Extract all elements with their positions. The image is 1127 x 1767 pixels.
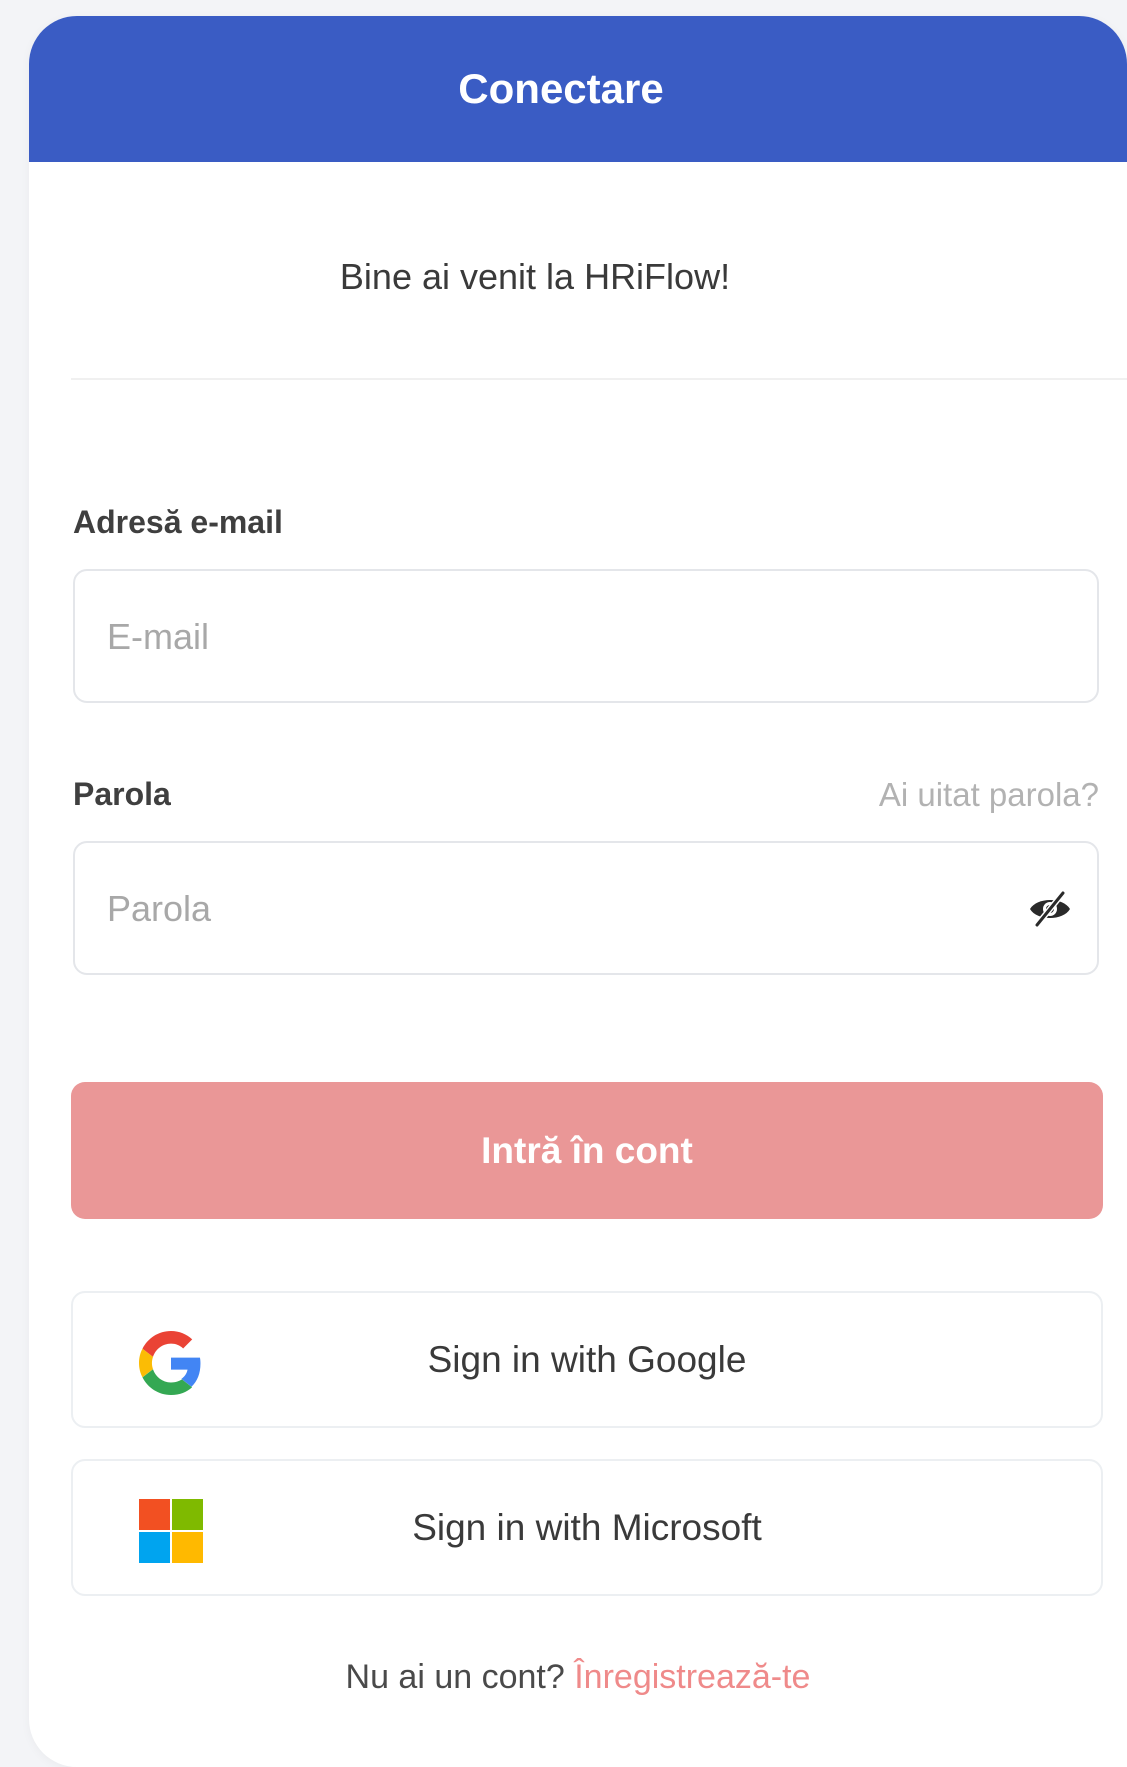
divider <box>71 378 1127 380</box>
forgot-password-link[interactable]: Ai uitat parola? <box>879 776 1099 814</box>
login-header: Conectare <box>29 16 1127 162</box>
email-field-wrapper[interactable] <box>73 569 1099 703</box>
welcome-text: Bine ai venit la HRiFlow! <box>339 256 731 297</box>
page-title: Conectare <box>458 65 664 112</box>
google-signin-button[interactable]: Sign in with Google <box>71 1291 1103 1428</box>
email-field[interactable] <box>105 571 1009 703</box>
email-label: Adresă e-mail <box>73 504 283 540</box>
register-link[interactable]: Înregistrează-te <box>574 1658 810 1696</box>
signup-prompt-text: Nu ai un cont? <box>345 1658 565 1696</box>
login-button[interactable]: Intră în cont <box>71 1082 1103 1219</box>
eye-slash-icon[interactable] <box>1027 889 1073 929</box>
welcome-message: Bine ai venit la HRiFlow! <box>29 256 1127 298</box>
password-field-wrapper[interactable] <box>73 841 1099 975</box>
google-signin-label: Sign in with Google <box>427 1338 747 1380</box>
microsoft-signin-button[interactable]: Sign in with Microsoft <box>71 1459 1103 1596</box>
password-label: Parola <box>73 776 171 812</box>
login-card: Conectare Bine ai venit la HRiFlow! Adre… <box>29 16 1127 1767</box>
signup-prompt: Nu ai un cont? Înregistrează-te <box>29 1658 1127 1697</box>
password-field[interactable] <box>105 843 1009 975</box>
login-button-label: Intră în cont <box>481 1129 693 1171</box>
microsoft-signin-label: Sign in with Microsoft <box>412 1506 762 1548</box>
